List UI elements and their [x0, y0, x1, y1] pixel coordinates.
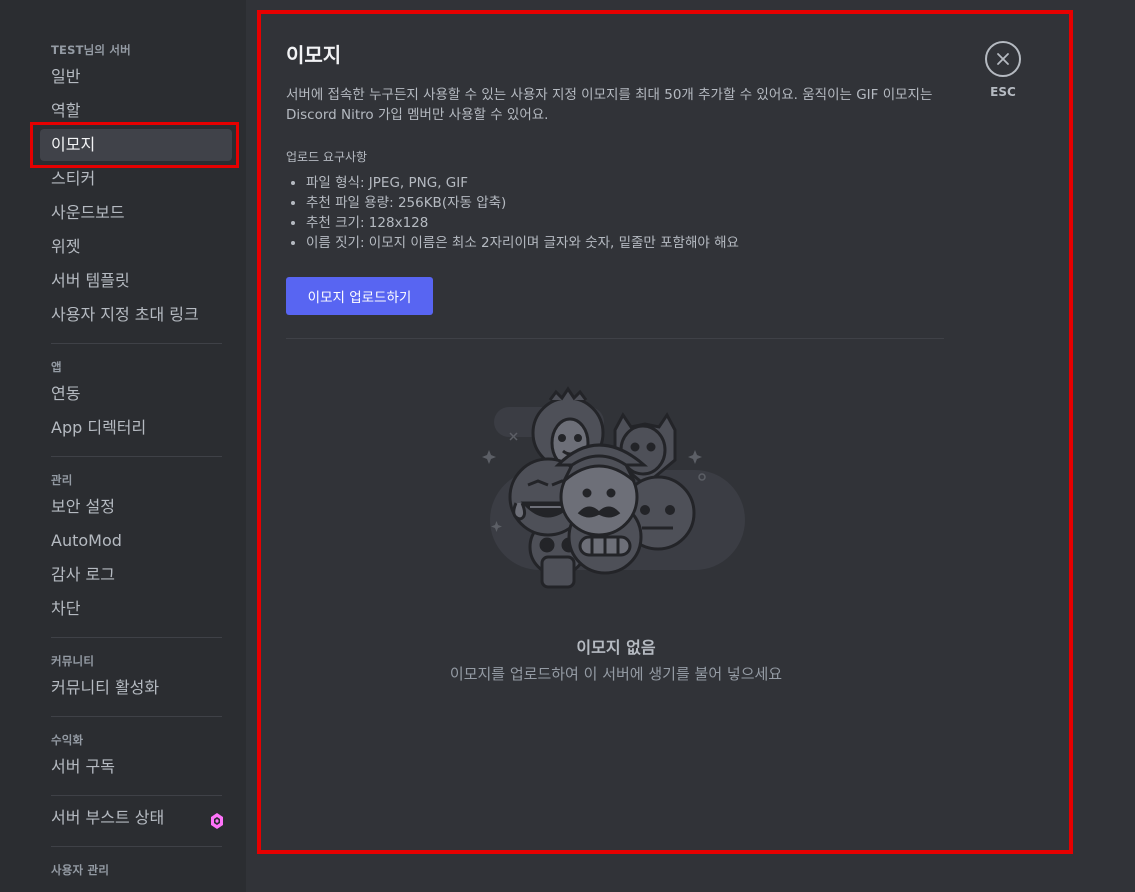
sidebar-item-widget[interactable]: 위젯: [40, 231, 232, 263]
sidebar-item-soundboard[interactable]: 사운드보드: [40, 197, 232, 229]
section-title-monetization: 수익화: [51, 733, 84, 747]
sidebar-separator: [51, 456, 222, 457]
sidebar-item-custom-invite-link[interactable]: 사용자 지정 초대 링크: [40, 299, 232, 331]
sidebar-separator: [51, 846, 222, 847]
highlight-box-emoji-panel: [257, 10, 1073, 854]
highlight-box-emoji-item: [30, 122, 239, 168]
sidebar-item-integrations[interactable]: 연동: [40, 378, 232, 410]
sidebar-item-automod[interactable]: AutoMod: [40, 525, 232, 557]
sidebar-item-safety-setup[interactable]: 보안 설정: [40, 491, 232, 523]
boost-gem-icon: [211, 813, 223, 829]
sidebar-item-server-template[interactable]: 서버 템플릿: [40, 265, 232, 297]
sidebar-item-audit-log[interactable]: 감사 로그: [40, 559, 232, 591]
sidebar-separator: [51, 795, 222, 796]
sidebar-item-server-boost-status[interactable]: 서버 부스트 상태: [40, 802, 232, 834]
section-title-community: 커뮤니티: [51, 654, 95, 668]
sidebar-item-app-directory[interactable]: App 디렉터리: [40, 412, 232, 444]
section-title-apps: 앱: [51, 360, 62, 374]
sidebar-item-general[interactable]: 일반: [40, 61, 232, 93]
section-title-user-management: 사용자 관리: [51, 863, 110, 877]
sidebar-separator: [51, 716, 222, 717]
sidebar-separator: [51, 343, 222, 344]
sidebar-item-bans[interactable]: 차단: [40, 593, 232, 625]
section-title-server: TEST님의 서버: [51, 43, 131, 57]
sidebar-separator: [51, 637, 222, 638]
section-title-moderation: 관리: [51, 473, 73, 487]
sidebar-item-server-subscriptions[interactable]: 서버 구독: [40, 751, 232, 783]
sidebar-item-enable-community[interactable]: 커뮤니티 활성화: [40, 672, 232, 704]
